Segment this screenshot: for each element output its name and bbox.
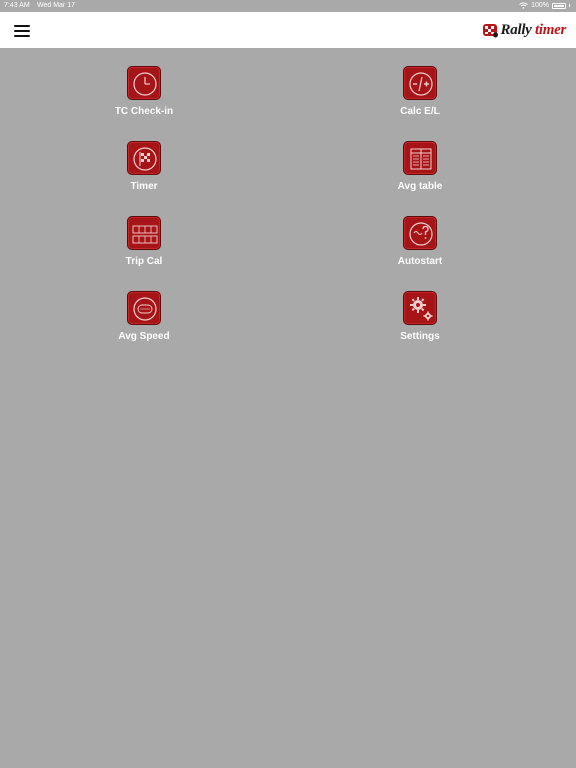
odometer-icon (127, 216, 161, 250)
tile-label: Avg table (397, 181, 443, 192)
status-bar: 7:43 AM Wed Mar 17 100% (0, 0, 576, 12)
tile-label: Timer (130, 181, 158, 192)
status-time: 7:43 AM (4, 2, 30, 9)
menu-line (14, 30, 30, 32)
clock-icon (127, 66, 161, 100)
tile-label: Autostart (397, 256, 443, 267)
tile-label: Calc E/L (400, 106, 440, 117)
autostart-icon (403, 216, 437, 250)
tile-label: Settings (400, 331, 440, 342)
tile-calc-el[interactable]: Calc E/L (360, 66, 480, 126)
plus-minus-icon (403, 66, 437, 100)
tile-avg-speed[interactable]: Avg Speed (84, 291, 204, 351)
tile-settings[interactable]: Settings (360, 291, 480, 351)
status-date: Wed Mar 17 (37, 2, 75, 9)
tile-timer[interactable]: Timer (84, 141, 204, 201)
app-logo: Rally timer (482, 21, 566, 39)
gear-icon (403, 291, 437, 325)
battery-percent: 100% (531, 2, 549, 9)
tile-tc-check-in[interactable]: TC Check-in (84, 66, 204, 126)
tile-autostart[interactable]: Autostart (360, 216, 480, 276)
logo-text: Rally timer (500, 21, 567, 39)
status-right: 100% (519, 2, 570, 9)
tile-label: TC Check-in (114, 106, 174, 117)
battery-icon (552, 2, 566, 9)
logo-word-timer: timer (535, 21, 566, 38)
menu-line (14, 25, 30, 27)
nav-bar: Rally timer (0, 12, 576, 48)
tile-trip-cal[interactable]: Trip Cal (84, 216, 204, 276)
table-icon (403, 141, 437, 175)
speed-icon (127, 291, 161, 325)
menu-line (14, 35, 30, 37)
tile-label: Avg Speed (118, 331, 170, 342)
tile-avg-table[interactable]: Avg table (360, 141, 480, 201)
menu-button[interactable] (14, 25, 30, 37)
tile-label: Trip Cal (125, 256, 163, 267)
logo-word-rally: Rally (500, 21, 532, 38)
checkered-flag-icon (127, 141, 161, 175)
checkered-flag-logo-icon (482, 24, 498, 38)
battery-tip (569, 4, 570, 7)
wifi-icon (519, 2, 528, 9)
